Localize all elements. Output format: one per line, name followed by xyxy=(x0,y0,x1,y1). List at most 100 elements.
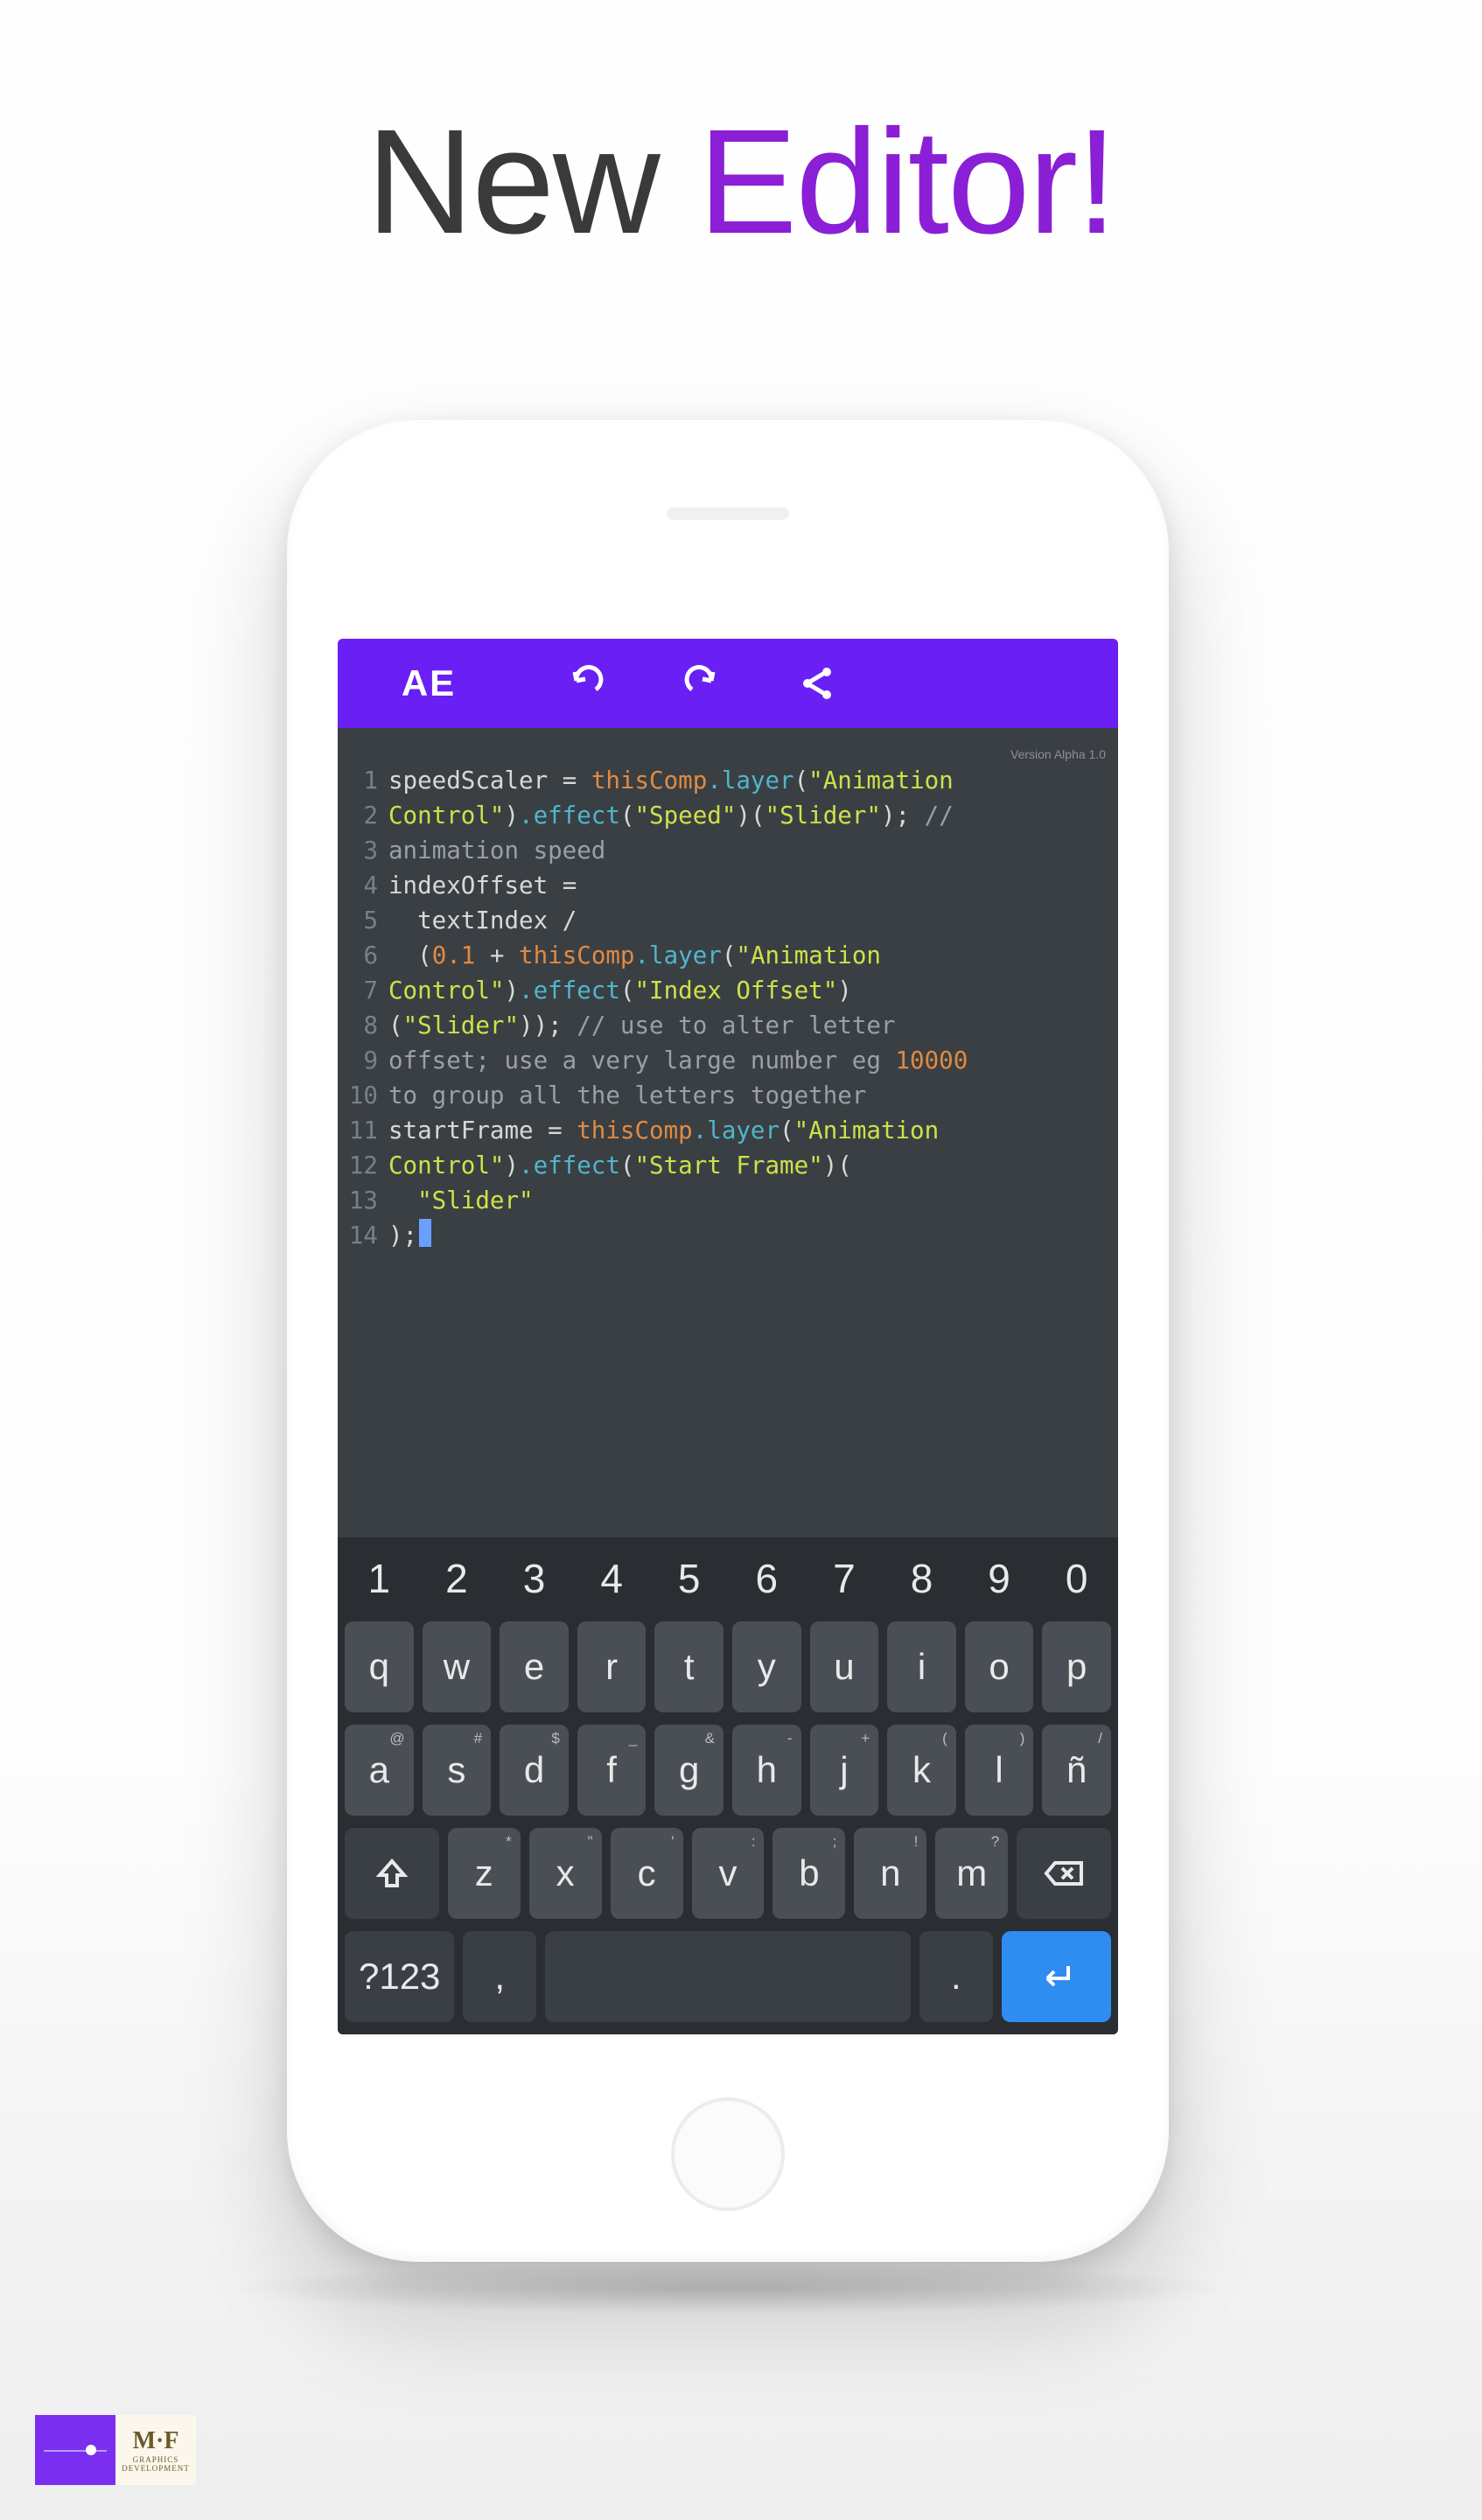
badge-mf-bot: DEVELOPMENT xyxy=(122,2464,190,2473)
line-number: 8 xyxy=(348,1008,378,1043)
code-line: offset; use a very large number eg 10000 xyxy=(388,1043,1108,1078)
key-a[interactable]: a@ xyxy=(345,1725,414,1816)
line-number: 14 xyxy=(348,1218,378,1253)
key-w[interactable]: w xyxy=(423,1621,492,1712)
line-number: 7 xyxy=(348,973,378,1008)
code-line: "Slider" xyxy=(388,1183,1108,1218)
key-5[interactable]: 5 xyxy=(654,1548,724,1609)
app-toolbar: AE xyxy=(338,639,1118,728)
redo-button[interactable] xyxy=(674,655,730,711)
code-line: animation speed xyxy=(388,833,1108,868)
app-logo: AE xyxy=(359,662,499,704)
backspace-key[interactable] xyxy=(1017,1828,1111,1919)
key-9[interactable]: 9 xyxy=(965,1548,1034,1609)
key-8[interactable]: 8 xyxy=(887,1548,956,1609)
code-line: indexOffset = xyxy=(388,868,1108,903)
key-2[interactable]: 2 xyxy=(423,1548,492,1609)
badge-mf-mid: GRAPHICS xyxy=(133,2455,179,2464)
symbols-key[interactable]: ?123 xyxy=(345,1931,454,2022)
code-line: to group all the letters together xyxy=(388,1078,1108,1113)
badge-mf-graphics: M·F GRAPHICS DEVELOPMENT xyxy=(115,2415,196,2485)
phone-shadow xyxy=(217,2262,1239,2314)
line-number: 9 xyxy=(348,1043,378,1078)
line-number: 13 xyxy=(348,1183,378,1218)
code-line: Control").effect("Start Frame")( xyxy=(388,1148,1108,1183)
key-7[interactable]: 7 xyxy=(810,1548,879,1609)
key-q[interactable]: q xyxy=(345,1621,414,1712)
code-line: textIndex / xyxy=(388,903,1108,938)
key-z[interactable]: z* xyxy=(448,1828,521,1919)
phone-home-button xyxy=(671,2097,785,2211)
phone-speaker xyxy=(667,508,789,520)
code-line: ); xyxy=(388,1218,1108,1253)
key-g[interactable]: g& xyxy=(654,1725,724,1816)
code-line: speedScaler = thisComp.layer("Animation xyxy=(388,763,1108,798)
line-number: 11 xyxy=(348,1113,378,1148)
key-e[interactable]: e xyxy=(500,1621,569,1712)
undo-button[interactable] xyxy=(558,655,614,711)
key-y[interactable]: y xyxy=(732,1621,801,1712)
key-m[interactable]: m? xyxy=(935,1828,1008,1919)
line-number: 5 xyxy=(348,903,378,938)
key-u[interactable]: u xyxy=(810,1621,879,1712)
key-0[interactable]: 0 xyxy=(1042,1548,1111,1609)
key-d[interactable]: d$ xyxy=(500,1725,569,1816)
line-number: 6 xyxy=(348,938,378,973)
badge-app-icon xyxy=(35,2415,115,2485)
enter-icon xyxy=(1037,1959,1075,1994)
code-line: (0.1 + thisComp.layer("Animation xyxy=(388,938,1108,973)
shift-icon xyxy=(374,1856,409,1891)
line-number-gutter: 1234567891011121314 xyxy=(348,763,388,1527)
version-label: Version Alpha 1.0 xyxy=(1010,737,1106,772)
key-j[interactable]: j+ xyxy=(810,1725,879,1816)
shift-key[interactable] xyxy=(345,1828,439,1919)
key-f[interactable]: f_ xyxy=(577,1725,647,1816)
key-c[interactable]: c' xyxy=(611,1828,683,1919)
key-l[interactable]: l) xyxy=(965,1725,1034,1816)
key-r[interactable]: r xyxy=(577,1621,647,1712)
code-line: Control").effect("Index Offset") xyxy=(388,973,1108,1008)
share-icon xyxy=(799,665,835,702)
page-title: New Editor! xyxy=(0,96,1482,268)
line-number: 10 xyxy=(348,1078,378,1113)
line-number: 12 xyxy=(348,1148,378,1183)
key-k[interactable]: k( xyxy=(887,1725,956,1816)
key-h[interactable]: h- xyxy=(732,1725,801,1816)
redo-icon xyxy=(682,663,722,704)
line-number: 2 xyxy=(348,798,378,833)
enter-key[interactable] xyxy=(1002,1931,1111,2022)
period-key[interactable]: . xyxy=(919,1931,993,2022)
key-n[interactable]: n! xyxy=(854,1828,926,1919)
badge-mf-top: M·F xyxy=(133,2427,179,2455)
code-editor[interactable]: Version Alpha 1.0 1234567891011121314 sp… xyxy=(338,728,1118,1537)
key-p[interactable]: p xyxy=(1042,1621,1111,1712)
key-6[interactable]: 6 xyxy=(732,1548,801,1609)
app-screen: AE Ve xyxy=(338,639,1118,2034)
share-button[interactable] xyxy=(789,655,845,711)
line-number: 3 xyxy=(348,833,378,868)
key-ñ[interactable]: ñ/ xyxy=(1042,1725,1111,1816)
key-o[interactable]: o xyxy=(965,1621,1034,1712)
code-line: startFrame = thisComp.layer("Animation xyxy=(388,1113,1108,1148)
key-i[interactable]: i xyxy=(887,1621,956,1712)
backspace-icon xyxy=(1043,1856,1085,1891)
title-plain: New xyxy=(367,99,698,265)
undo-icon xyxy=(566,663,606,704)
line-number: 4 xyxy=(348,868,378,903)
comma-key[interactable]: , xyxy=(463,1931,536,2022)
key-t[interactable]: t xyxy=(654,1621,724,1712)
code-content[interactable]: speedScaler = thisComp.layer("AnimationC… xyxy=(388,763,1108,1527)
code-line: Control").effect("Speed")("Slider"); // xyxy=(388,798,1108,833)
text-caret xyxy=(419,1219,431,1247)
key-v[interactable]: v: xyxy=(692,1828,765,1919)
phone-mockup: AE Ve xyxy=(287,420,1169,2262)
key-3[interactable]: 3 xyxy=(500,1548,569,1609)
key-x[interactable]: x" xyxy=(529,1828,602,1919)
space-key[interactable] xyxy=(545,1931,911,2022)
key-4[interactable]: 4 xyxy=(577,1548,647,1609)
title-accent: Editor! xyxy=(698,99,1115,265)
key-b[interactable]: b; xyxy=(772,1828,845,1919)
line-number: 1 xyxy=(348,763,378,798)
key-s[interactable]: s# xyxy=(423,1725,492,1816)
key-1[interactable]: 1 xyxy=(345,1548,414,1609)
